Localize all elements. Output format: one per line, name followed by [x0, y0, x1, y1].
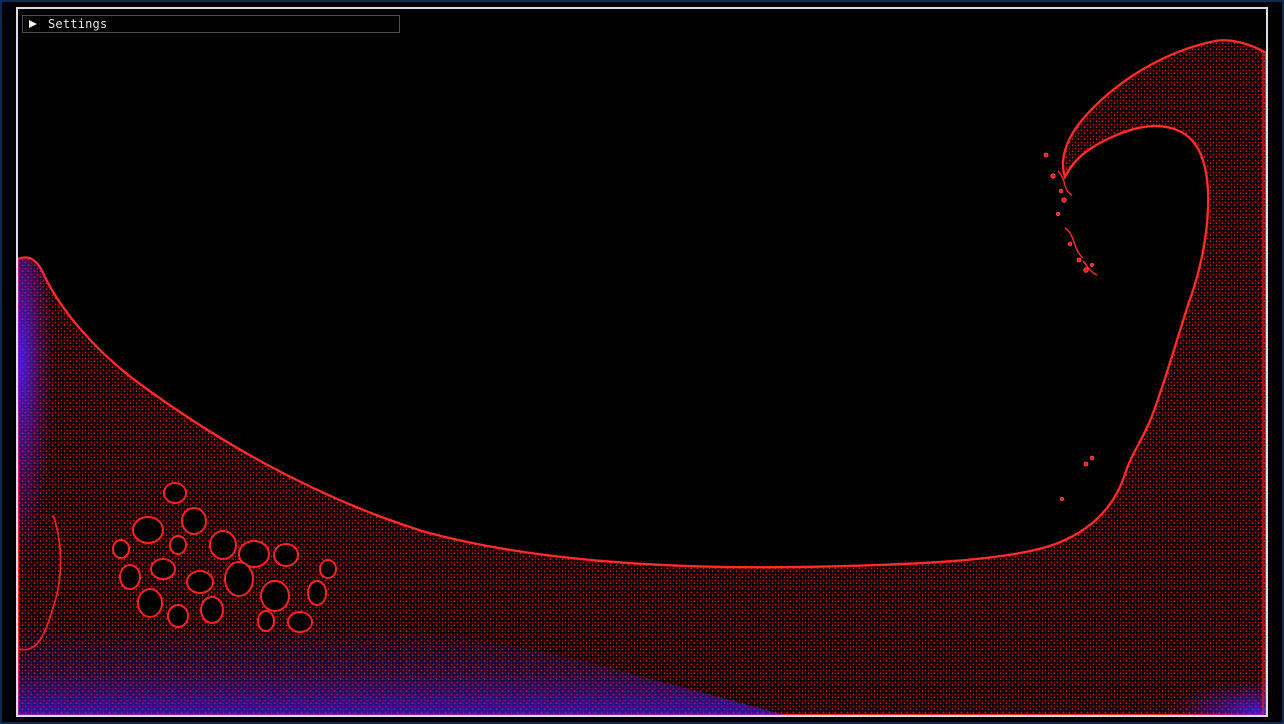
- spray-droplets: [1043, 152, 1098, 501]
- settings-collapsing-header[interactable]: Settings: [22, 15, 400, 33]
- settings-label: Settings: [48, 17, 108, 31]
- simulation-viewport[interactable]: [16, 7, 1268, 717]
- collapsed-triangle-icon: [29, 20, 37, 28]
- fluid-simulation-canvas: [18, 39, 1266, 715]
